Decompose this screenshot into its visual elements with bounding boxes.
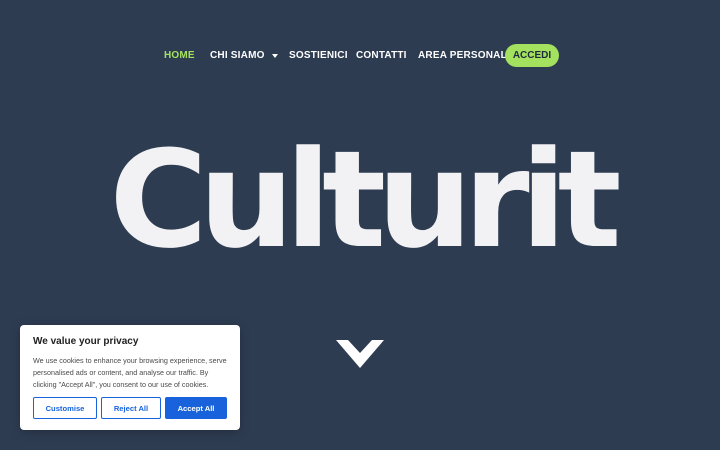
nav-item-label: SOSTIENICI bbox=[289, 50, 348, 61]
main-navigation: HOME CHI SIAMO SOSTIENICI CONTATTI AREA … bbox=[0, 44, 720, 68]
nav-item-home[interactable]: HOME bbox=[164, 50, 195, 61]
login-button[interactable]: ACCEDI bbox=[505, 44, 559, 67]
chevron-down-icon[interactable] bbox=[336, 340, 384, 368]
nav-item-chi-siamo[interactable]: CHI SIAMO bbox=[210, 50, 278, 61]
nav-item-label: AREA PERSONALE bbox=[418, 50, 514, 61]
nav-item-label: CHI SIAMO bbox=[210, 50, 265, 61]
caret-down-icon bbox=[271, 54, 278, 58]
cookie-banner-text: We use cookies to enhance your browsing … bbox=[33, 356, 227, 389]
reject-all-button[interactable]: Reject All bbox=[101, 397, 161, 419]
nav-item-label: HOME bbox=[164, 50, 195, 61]
nav-item-sostienici[interactable]: SOSTIENICI bbox=[289, 50, 348, 61]
nav-item-label: CONTATTI bbox=[356, 50, 407, 61]
nav-item-area-personale[interactable]: AREA PERSONALE bbox=[418, 50, 514, 61]
cookie-consent-banner: We value your privacy We use cookies to … bbox=[20, 325, 240, 430]
accept-all-button[interactable]: Accept All bbox=[165, 397, 227, 419]
customise-button[interactable]: Customise bbox=[33, 397, 97, 419]
cookie-banner-actions: Customise Reject All Accept All bbox=[33, 397, 227, 419]
cookie-banner-title: We value your privacy bbox=[33, 336, 139, 347]
nav-item-contatti[interactable]: CONTATTI bbox=[356, 50, 407, 61]
site-logo: Culturit bbox=[109, 122, 621, 278]
